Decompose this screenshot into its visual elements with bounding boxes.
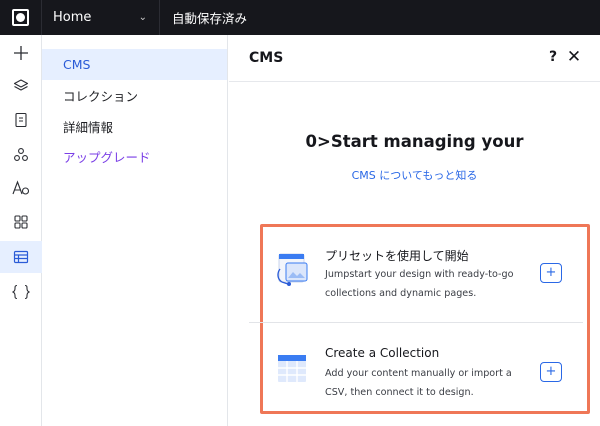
code-button[interactable] xyxy=(0,276,42,308)
add-elements-button[interactable] xyxy=(0,37,42,69)
page-selector[interactable]: Home ⌄ xyxy=(42,0,160,35)
learn-more-link[interactable]: CMS についてもっと知る xyxy=(229,167,600,183)
code-icon xyxy=(12,284,30,300)
subnav-item-collections[interactable]: コレクション xyxy=(42,80,227,111)
subnav-item-upgrade[interactable]: アップグレード xyxy=(42,141,227,172)
card-divider xyxy=(249,322,583,323)
theme-button[interactable] xyxy=(0,172,42,204)
layers-icon xyxy=(13,79,29,91)
chevron-down-icon: ⌄ xyxy=(138,12,147,23)
subnav-item-cms[interactable]: CMS xyxy=(42,49,227,80)
start-options-box: プリセットを使用して開始 Jumpstart your design with … xyxy=(249,224,590,414)
top-bar: Home ⌄ 自動保存済み xyxy=(0,0,600,35)
collection-table-icon xyxy=(278,355,306,382)
market-button[interactable] xyxy=(0,206,42,238)
preset-icon xyxy=(277,253,308,286)
close-icon[interactable]: ✕ xyxy=(566,47,582,67)
theme-icon xyxy=(12,180,30,195)
pages-icon xyxy=(15,112,27,128)
create-collection-card[interactable]: Create a Collection Add your content man… xyxy=(263,324,587,418)
preset-card-title: プリセットを使用して開始 xyxy=(325,249,469,263)
create-collection-description: Add your content manually or import a CS… xyxy=(325,368,512,398)
apps-button[interactable] xyxy=(0,139,42,171)
panel-title: CMS xyxy=(249,50,284,66)
add-icon xyxy=(14,46,28,60)
apps-icon xyxy=(14,148,28,161)
add-preset-button[interactable]: + xyxy=(540,263,562,283)
add-collection-button[interactable]: + xyxy=(540,362,562,382)
subnav-item-details[interactable]: 詳細情報 xyxy=(42,111,227,142)
market-icon xyxy=(14,215,28,229)
preset-card-description: Jumpstart your design with ready-to-go c… xyxy=(325,269,514,299)
create-collection-title: Create a Collection xyxy=(325,346,440,360)
panel-headline: 0>Start managing your xyxy=(305,132,524,151)
cms-icon xyxy=(13,250,29,264)
logo-icon xyxy=(12,9,29,26)
cms-button[interactable] xyxy=(0,241,42,273)
save-status: 自動保存済み xyxy=(172,11,248,26)
left-rail xyxy=(0,35,42,426)
cms-sub-navigation: CMS コレクション 詳細情報 アップグレード xyxy=(42,35,228,426)
wix-logo-button[interactable] xyxy=(0,0,42,35)
layers-button[interactable] xyxy=(0,70,42,102)
pages-button[interactable] xyxy=(0,104,42,136)
help-icon[interactable]: ? xyxy=(546,49,560,65)
preset-card[interactable]: プリセットを使用して開始 Jumpstart your design with … xyxy=(263,227,587,321)
panel-header: CMS ? ✕ xyxy=(229,35,600,82)
page-selector-label: Home xyxy=(53,10,92,25)
